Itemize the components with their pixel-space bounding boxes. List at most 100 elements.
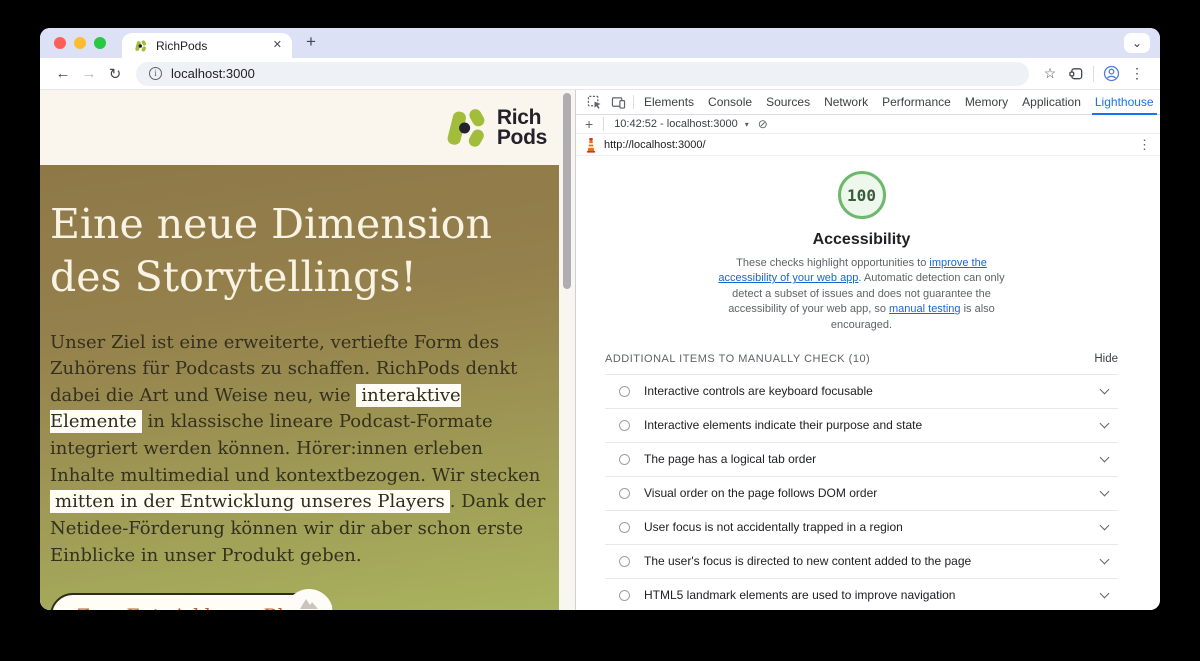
address-bar[interactable]: i localhost:3000 [136,62,1029,86]
chevron-down-icon[interactable] [1100,453,1110,463]
manual-check-circle-icon [619,454,630,465]
manual-check-row[interactable]: User focus is not accidentally trapped i… [605,510,1118,544]
window-controls [54,37,106,49]
devtools-pane: Elements Console Sources Network Perform… [575,90,1160,610]
tab-console[interactable]: Console [701,90,759,114]
report-url-bar: http://localhost:3000/ ⋮ [576,134,1160,156]
manual-checks-list: Interactive controls are keyboard focusa… [605,374,1118,610]
manual-check-label: The user's focus is directed to new cont… [644,554,971,568]
richpods-logo-text: Rich Pods [497,108,547,147]
chevron-down-icon[interactable] [1100,419,1110,429]
accessibility-score-gauge[interactable]: 100 [838,171,886,219]
manual-testing-link[interactable]: manual testing [889,303,961,315]
profile-avatar-icon[interactable] [1098,65,1124,82]
tab-title: RichPods [156,39,265,53]
category-description: These checks highlight opportunities to … [711,256,1013,333]
tab-close-icon[interactable]: ✕ [273,40,282,51]
manual-check-row[interactable]: Interactive elements indicate their purp… [605,408,1118,442]
zoom-window-button[interactable] [94,37,106,49]
manual-check-circle-icon [619,522,630,533]
back-icon[interactable]: ← [50,65,76,82]
toolbar-divider [1093,66,1094,82]
chevron-down-icon[interactable] [1100,521,1110,531]
tab-lighthouse[interactable]: Lighthouse [1088,90,1160,114]
richpods-logo-icon [442,104,492,152]
hero-paragraph: Unser Ziel ist eine erweiterte, vertieft… [50,330,549,570]
forward-icon[interactable]: → [76,65,102,82]
manual-check-circle-icon [619,590,630,601]
manual-checks-header: ADDITIONAL ITEMS TO MANUALLY CHECK (10) … [605,353,1118,365]
tab-performance[interactable]: Performance [875,90,958,114]
chevron-down-icon[interactable] [1100,589,1110,599]
report-page-url: http://localhost:3000/ [604,139,706,151]
manual-check-row[interactable]: Visual order on the page follows DOM ord… [605,476,1118,510]
manual-check-label: The page has a logical tab order [644,452,816,466]
manual-check-circle-icon [619,420,630,431]
hero-section: Eine neue Dimension des Storytellings! U… [40,165,559,610]
run-bar-divider [603,117,604,131]
chevron-down-icon[interactable] [1100,555,1110,565]
tab-memory[interactable]: Memory [958,90,1015,114]
tab-sources[interactable]: Sources [759,90,817,114]
url-text: localhost:3000 [171,66,255,81]
manual-check-label: Interactive elements indicate their purp… [644,418,922,432]
richpods-logo[interactable]: Rich Pods [442,104,547,152]
web-page-pane: Rich Pods Eine neue Dimension des Storyt… [40,90,575,610]
richpods-site: Rich Pods Eine neue Dimension des Storyt… [40,90,559,610]
hide-link[interactable]: Hide [1094,353,1118,365]
manual-check-row[interactable]: The page has a logical tab order [605,442,1118,476]
tab-strip: RichPods ✕ + ⌄ [40,28,1160,58]
manual-check-row[interactable]: The user's focus is directed to new cont… [605,544,1118,578]
content-area: Rich Pods Eine neue Dimension des Storyt… [40,90,1160,610]
page-scrollbar-thumb[interactable] [563,93,571,289]
inspect-element-icon[interactable] [582,95,606,110]
manual-checks-title: ADDITIONAL ITEMS TO MANUALLY CHECK (10) [605,353,870,365]
browser-menu-kebab-icon[interactable]: ⋮ [1124,65,1150,82]
close-window-button[interactable] [54,37,66,49]
score-value: 100 [847,186,876,205]
new-report-plus-icon[interactable]: + [585,117,593,131]
manual-check-label: Interactive controls are keyboard focusa… [644,384,873,398]
category-title: Accessibility [605,231,1118,249]
clear-reports-icon[interactable]: ⊘ [758,117,768,131]
manual-check-circle-icon [619,488,630,499]
bookmark-star-icon[interactable]: ☆ [1037,65,1063,82]
manual-check-row[interactable]: Interactive controls are keyboard focusa… [605,374,1118,408]
site-header: Rich Pods [40,90,559,165]
browser-toolbar: ← → ↻ i localhost:3000 ☆ ⋮ [40,58,1160,90]
lighthouse-icon [585,137,597,153]
manual-check-row[interactable]: HTML5 landmark elements are used to impr… [605,578,1118,610]
highlight-text: mitten in der Entwicklung unseres Player… [50,490,450,513]
report-run-selector[interactable]: 10:42:52 - localhost:3000 [614,118,738,130]
page-scrollbar[interactable] [559,90,575,610]
hero-heading: Eine neue Dimension des Storytellings! [50,198,549,305]
devtools-tab-bar: Elements Console Sources Network Perform… [576,90,1160,115]
device-toolbar-icon[interactable] [606,96,630,109]
reload-icon[interactable]: ↻ [102,65,128,83]
run-selector-caret-icon[interactable]: ▾ [745,120,749,129]
chevron-down-icon: ⌄ [1132,36,1142,50]
manual-check-circle-icon [619,556,630,567]
manual-check-label: User focus is not accidentally trapped i… [644,520,903,534]
lighthouse-run-bar: + 10:42:52 - localhost:3000 ▾ ⊘ [576,115,1160,134]
devtools-divider [633,95,634,109]
browser-tab[interactable]: RichPods ✕ [122,33,292,58]
manual-check-label: HTML5 landmark elements are used to impr… [644,588,955,602]
new-tab-button[interactable]: + [306,33,316,50]
chevron-down-icon[interactable] [1100,385,1110,395]
tab-elements[interactable]: Elements [637,90,701,114]
report-kebab-icon[interactable]: ⋮ [1138,138,1151,151]
chevron-down-icon[interactable] [1100,487,1110,497]
tab-application[interactable]: Application [1015,90,1088,114]
lighthouse-report-body: 100 Accessibility These checks highlight… [576,156,1160,610]
browser-window: RichPods ✕ + ⌄ ← → ↻ i localhost:3000 ☆ [40,28,1160,610]
site-info-icon[interactable]: i [149,67,162,80]
manual-check-circle-icon [619,386,630,397]
minimize-window-button[interactable] [74,37,86,49]
tab-search-button[interactable]: ⌄ [1124,33,1150,53]
richpods-favicon [134,39,148,53]
manual-check-label: Visual order on the page follows DOM ord… [644,486,877,500]
extensions-icon[interactable] [1063,66,1089,81]
tab-network[interactable]: Network [817,90,875,114]
mountains-icon [299,595,319,610]
